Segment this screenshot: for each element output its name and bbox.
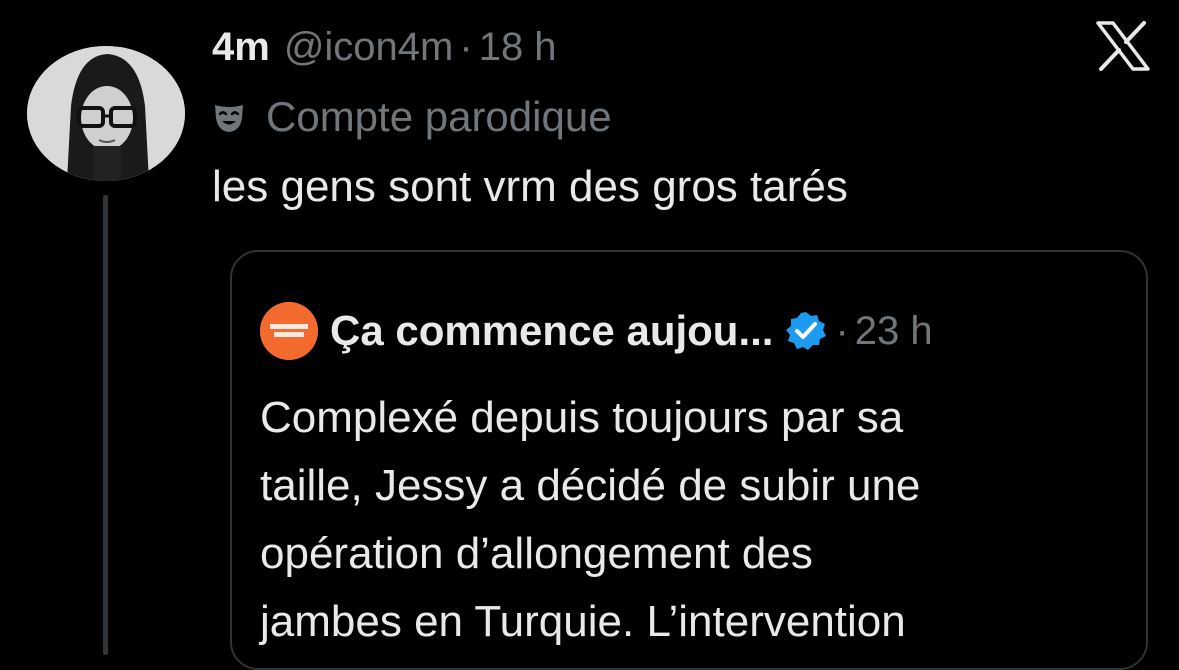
quoted-text-line: taille, Jessy a décidé de subir une bbox=[260, 461, 921, 510]
quoted-tweet-card[interactable]: Ça commence aujou... · 23 h Complexé dep… bbox=[230, 250, 1148, 670]
quoted-author-name[interactable]: Ça commence aujou... bbox=[330, 307, 773, 355]
x-logo-icon[interactable] bbox=[1094, 20, 1152, 72]
author-name[interactable]: 4m bbox=[212, 25, 270, 70]
quoted-tweet-text: Complexé depuis toujours par sa taille, … bbox=[260, 384, 1110, 656]
avatar-photo bbox=[27, 46, 185, 181]
verified-badge-icon bbox=[786, 312, 827, 350]
quoted-text-line: opération d’allongement des bbox=[260, 529, 813, 578]
parody-label-text: Compte parodique bbox=[266, 93, 612, 140]
quoted-text-line: Complexé depuis toujours par sa bbox=[260, 393, 904, 442]
author-handle[interactable]: @icon4m bbox=[284, 25, 454, 70]
quoted-tweet-header: Ça commence aujou... · 23 h bbox=[330, 304, 933, 358]
quoted-header-separator: · bbox=[835, 308, 849, 353]
quoted-author-avatar[interactable] bbox=[260, 302, 318, 360]
author-avatar[interactable] bbox=[27, 46, 185, 181]
thread-line bbox=[103, 195, 108, 655]
tweet-text: les gens sont vrm des gros tarés bbox=[212, 162, 848, 211]
parody-label: Compte parodique bbox=[212, 92, 612, 142]
quoted-timestamp[interactable]: 23 h bbox=[855, 309, 933, 354]
quoted-text-line: jambes en Turquie. L’intervention bbox=[260, 597, 906, 646]
tweet-timestamp[interactable]: 18 h bbox=[479, 25, 557, 70]
tweet-header: 4m @icon4m · 18 h bbox=[212, 22, 557, 72]
header-separator: · bbox=[459, 24, 473, 69]
mask-icon bbox=[215, 105, 243, 132]
